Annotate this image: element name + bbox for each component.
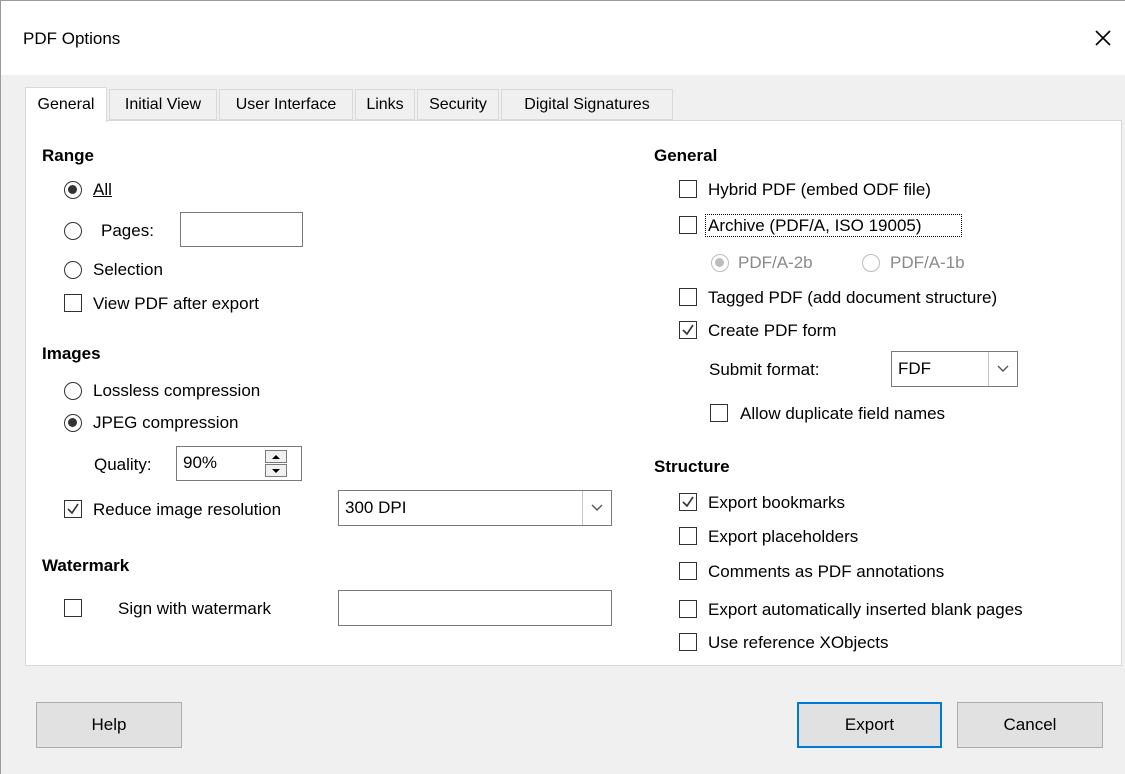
tab-links[interactable]: Links <box>355 89 415 120</box>
checkmark-icon <box>682 496 694 508</box>
watermark-input[interactable] <box>338 590 612 626</box>
tab-user-interface[interactable]: User Interface <box>219 89 353 120</box>
export-placeholders-checkbox[interactable] <box>679 527 697 545</box>
dialog-title: PDF Options <box>23 29 121 48</box>
tab-security[interactable]: Security <box>417 89 499 120</box>
export-placeholders-label: Export placeholders <box>708 527 859 546</box>
chevron-down-icon[interactable] <box>988 352 1017 386</box>
export-blank-pages-label: Export automatically inserted blank page… <box>708 600 1023 619</box>
submit-format-label: Submit format: <box>709 360 820 379</box>
watermark-heading: Watermark <box>42 556 130 575</box>
lossless-compression-label: Lossless compression <box>93 381 261 400</box>
allow-duplicate-field-names-label: Allow duplicate field names <box>740 404 946 423</box>
lossless-compression-radio[interactable] <box>64 382 82 400</box>
title-bar: PDF Options <box>1 1 1125 75</box>
range-heading: Range <box>42 146 94 165</box>
general-heading: General <box>654 146 718 165</box>
quality-spinner[interactable] <box>265 450 287 478</box>
range-selection-label: Selection <box>93 260 163 279</box>
allow-duplicate-field-names-checkbox[interactable] <box>710 404 728 422</box>
close-icon[interactable] <box>1090 25 1116 51</box>
range-pages-radio[interactable] <box>64 222 82 240</box>
tagged-pdf-checkbox[interactable] <box>679 288 697 306</box>
tab-initial-view[interactable]: Initial View <box>109 89 217 120</box>
archive-pdfa-label: Archive (PDF/A, ISO 19005) <box>708 216 922 235</box>
quality-label: Quality: <box>94 455 152 474</box>
create-pdf-form-label: Create PDF form <box>708 321 837 340</box>
spin-down-icon[interactable] <box>265 464 287 477</box>
pdfa-1b-radio[interactable] <box>862 254 880 272</box>
spin-up-icon[interactable] <box>265 450 287 463</box>
jpeg-compression-radio[interactable] <box>64 414 82 432</box>
export-button[interactable]: Export <box>797 702 942 748</box>
create-pdf-form-checkbox[interactable] <box>679 321 697 339</box>
help-button[interactable]: Help <box>36 702 182 748</box>
tab-digital-signatures[interactable]: Digital Signatures <box>501 89 673 120</box>
jpeg-compression-label: JPEG compression <box>93 413 239 432</box>
hybrid-pdf-label: Hybrid PDF (embed ODF file) <box>708 180 931 199</box>
export-bookmarks-label: Export bookmarks <box>708 493 845 512</box>
reduce-image-resolution-checkbox[interactable] <box>64 500 82 518</box>
cancel-button[interactable]: Cancel <box>957 702 1103 748</box>
reduce-image-resolution-label: Reduce image resolution <box>93 500 282 519</box>
submit-format-value: FDF <box>898 359 932 378</box>
quality-spinbox[interactable]: 90% <box>176 446 302 481</box>
pdfa-2b-label: PDF/A-2b <box>738 253 813 272</box>
resolution-dropdown[interactable]: 300 DPI <box>338 490 612 526</box>
pages-input[interactable] <box>180 212 303 247</box>
use-reference-xobjects-label: Use reference XObjects <box>708 633 889 652</box>
view-pdf-after-export-label: View PDF after export <box>93 294 259 313</box>
pdfa-2b-radio[interactable] <box>711 254 729 272</box>
export-bookmarks-checkbox[interactable] <box>679 493 697 511</box>
chevron-down-icon[interactable] <box>582 491 611 525</box>
use-reference-xobjects-checkbox[interactable] <box>679 633 697 651</box>
hybrid-pdf-checkbox[interactable] <box>679 180 697 198</box>
sign-with-watermark-checkbox[interactable] <box>64 599 82 617</box>
quality-value: 90% <box>183 453 218 472</box>
submit-format-dropdown[interactable]: FDF <box>891 351 1018 387</box>
range-all-label: All <box>93 180 112 199</box>
tagged-pdf-label: Tagged PDF (add document structure) <box>708 288 998 307</box>
resolution-value: 300 DPI <box>345 498 407 517</box>
checkmark-icon <box>682 324 694 336</box>
structure-heading: Structure <box>654 457 730 476</box>
comments-as-pdf-annotations-checkbox[interactable] <box>679 562 697 580</box>
archive-pdfa-checkbox[interactable] <box>679 216 697 234</box>
comments-as-pdf-annotations-label: Comments as PDF annotations <box>708 562 945 581</box>
range-pages-label: Pages: <box>101 221 154 240</box>
pdfa-1b-label: PDF/A-1b <box>890 253 965 272</box>
range-selection-radio[interactable] <box>64 261 82 279</box>
range-all-radio[interactable] <box>64 181 82 199</box>
view-pdf-after-export-checkbox[interactable] <box>64 294 82 312</box>
general-tab-panel: Range All Pages: Selection View PDF afte… <box>25 120 1122 666</box>
checkmark-icon <box>67 503 79 515</box>
pdf-options-dialog: PDF Options General Initial View User In… <box>0 0 1125 774</box>
images-heading: Images <box>42 344 101 363</box>
export-blank-pages-checkbox[interactable] <box>679 600 697 618</box>
sign-with-watermark-label: Sign with watermark <box>118 599 272 618</box>
tab-general[interactable]: General <box>25 87 107 122</box>
